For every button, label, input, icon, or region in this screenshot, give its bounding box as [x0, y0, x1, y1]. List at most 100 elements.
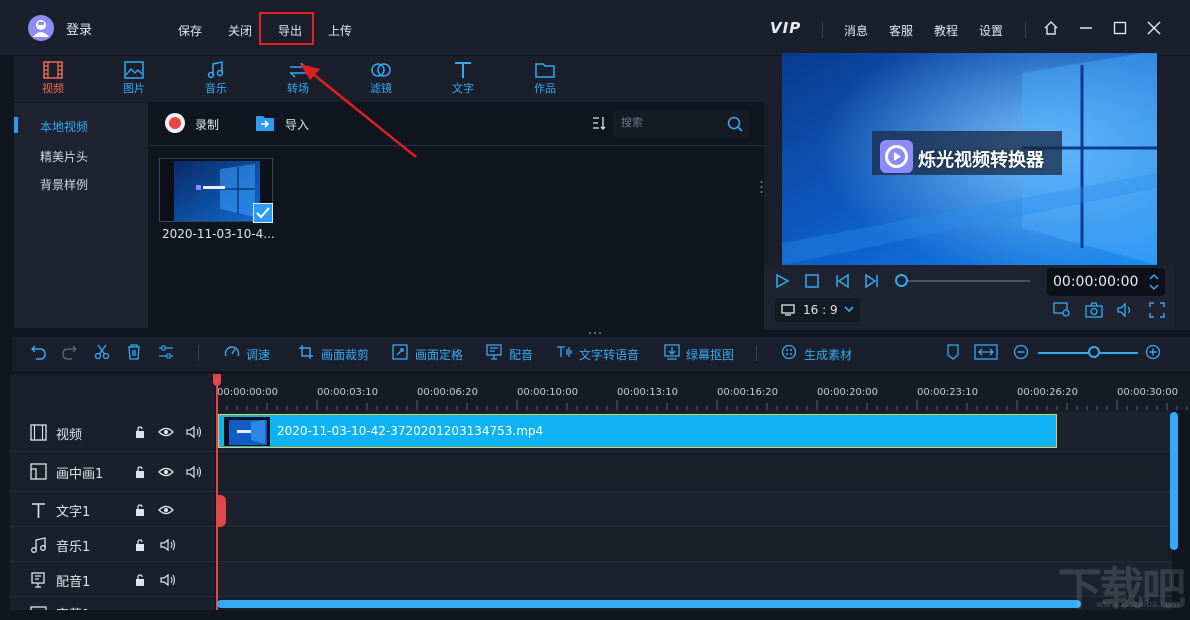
next-frame-icon[interactable]	[864, 273, 880, 289]
playhead[interactable]	[216, 374, 218, 610]
chroma-key-icon[interactable]	[664, 344, 680, 360]
freeze-frame-icon[interactable]	[392, 344, 408, 360]
upload-menu[interactable]: 上传	[328, 22, 352, 39]
vertical-scrollbar[interactable]	[1170, 412, 1178, 550]
resize-handle-icon[interactable]	[760, 180, 763, 194]
volume-icon[interactable]	[160, 538, 176, 552]
freeze-frame-button[interactable]: 画面定格	[415, 346, 463, 363]
maximize-icon[interactable]	[1112, 20, 1128, 36]
checkbox-checked-icon[interactable]	[253, 203, 273, 223]
divider	[149, 145, 764, 146]
adjust-icon[interactable]	[158, 344, 174, 360]
category-background[interactable]: 背景样例	[40, 176, 88, 193]
volume-icon[interactable]	[160, 573, 176, 587]
ruler-tick-label: 00:00:13:10	[617, 387, 679, 398]
timecode-field[interactable]: 00:00:00:00	[1047, 268, 1165, 296]
lock-icon[interactable]	[133, 573, 147, 587]
close-menu[interactable]: 关闭	[228, 22, 252, 39]
track-name-music: 音乐1	[56, 540, 91, 555]
dubbing-icon[interactable]	[486, 344, 502, 360]
screen-settings-icon[interactable]	[1053, 302, 1071, 318]
tutorial-menu[interactable]: 教程	[934, 22, 958, 39]
dubbing-track-lane[interactable]	[217, 562, 1172, 596]
record-icon[interactable]	[165, 113, 185, 133]
play-icon[interactable]	[774, 273, 790, 289]
eye-icon[interactable]	[158, 425, 174, 439]
stop-icon[interactable]	[804, 273, 820, 289]
undo-icon[interactable]	[30, 344, 46, 360]
tab-image[interactable]: 图片	[104, 58, 164, 98]
ruler-tick-label: 00:00:26:20	[1017, 387, 1079, 398]
settings-menu[interactable]: 设置	[979, 22, 1003, 39]
speed-button[interactable]: 调速	[246, 346, 270, 363]
crop-icon[interactable]	[298, 344, 314, 360]
category-local-video[interactable]: 本地视频	[40, 118, 88, 135]
import-icon[interactable]	[255, 114, 275, 132]
search-input[interactable]	[621, 116, 721, 129]
previous-frame-icon[interactable]	[834, 273, 850, 289]
zoom-slider-knob[interactable]	[1088, 346, 1100, 358]
lock-icon[interactable]	[133, 503, 147, 517]
volume-icon[interactable]	[1116, 302, 1134, 318]
stepper-icon[interactable]	[1149, 273, 1159, 291]
volume-icon[interactable]	[186, 465, 202, 479]
dubbing-button[interactable]: 配音	[509, 346, 533, 363]
redo-icon[interactable]	[62, 344, 78, 360]
vip-badge[interactable]: VIP	[770, 19, 801, 37]
music-note-icon	[30, 537, 47, 554]
text-to-speech-button[interactable]: 文字转语音	[579, 346, 639, 363]
fullscreen-icon[interactable]	[1149, 302, 1165, 318]
text-track-lane[interactable]	[217, 492, 1172, 526]
playback-progress-track[interactable]	[900, 280, 1030, 282]
annotation-arrow-icon	[290, 60, 425, 162]
delete-icon[interactable]	[126, 344, 142, 360]
marker-icon[interactable]	[945, 344, 961, 360]
divider	[10, 451, 1172, 452]
lock-icon[interactable]	[133, 425, 147, 439]
login-link[interactable]: 登录	[66, 19, 92, 38]
minimize-icon[interactable]	[1078, 20, 1094, 36]
zoom-out-icon[interactable]	[1013, 344, 1029, 360]
home-icon[interactable]	[1043, 20, 1059, 36]
lock-icon[interactable]	[133, 538, 147, 552]
snapshot-camera-icon[interactable]	[1085, 302, 1103, 318]
user-avatar-icon[interactable]	[28, 15, 54, 41]
tab-music[interactable]: 音乐	[186, 58, 246, 98]
ruler-tick-label: 00:00:23:10	[917, 387, 979, 398]
tab-text[interactable]: 文字	[433, 58, 493, 98]
volume-icon[interactable]	[186, 425, 202, 439]
divider	[10, 596, 1172, 597]
horizontal-scrollbar[interactable]	[217, 600, 1081, 608]
ruler-tick-label: 00:00:16:20	[717, 387, 779, 398]
scissors-icon[interactable]	[94, 344, 110, 360]
search-icon[interactable]	[727, 116, 743, 132]
sort-icon[interactable]	[592, 115, 606, 131]
aspect-ratio-select[interactable]: 16 : 9	[775, 298, 860, 322]
playhead-top-handle[interactable]	[213, 374, 221, 386]
chroma-key-button[interactable]: 绿幕抠图	[686, 346, 734, 363]
playback-progress-knob[interactable]	[895, 274, 908, 287]
category-intro[interactable]: 精美片头	[40, 148, 88, 165]
eye-icon[interactable]	[158, 503, 174, 517]
record-button[interactable]: 录制	[195, 116, 219, 133]
zoom-in-icon[interactable]	[1145, 344, 1161, 360]
ruler-tick-label: 00:00:20:00	[817, 387, 879, 398]
support-menu[interactable]: 客服	[889, 22, 913, 39]
tab-works[interactable]: 作品	[515, 58, 575, 98]
eye-icon[interactable]	[158, 465, 174, 479]
playhead-handle[interactable]	[216, 495, 226, 527]
search-box[interactable]	[613, 110, 749, 138]
text-to-speech-icon[interactable]	[556, 344, 572, 360]
crop-button[interactable]: 画面裁剪	[321, 346, 369, 363]
messages-menu[interactable]: 消息	[844, 22, 868, 39]
subtitle-icon	[30, 606, 47, 610]
close-window-icon[interactable]	[1146, 20, 1162, 36]
generate-material-icon[interactable]	[781, 344, 797, 360]
tab-video[interactable]: 视频	[23, 58, 83, 98]
save-menu[interactable]: 保存	[178, 22, 202, 39]
fit-timeline-icon[interactable]	[974, 344, 998, 360]
speed-icon[interactable]	[224, 344, 240, 360]
resize-handle-icon[interactable]	[588, 331, 602, 335]
lock-icon[interactable]	[133, 465, 147, 479]
generate-material-button[interactable]: 生成素材	[804, 346, 852, 363]
